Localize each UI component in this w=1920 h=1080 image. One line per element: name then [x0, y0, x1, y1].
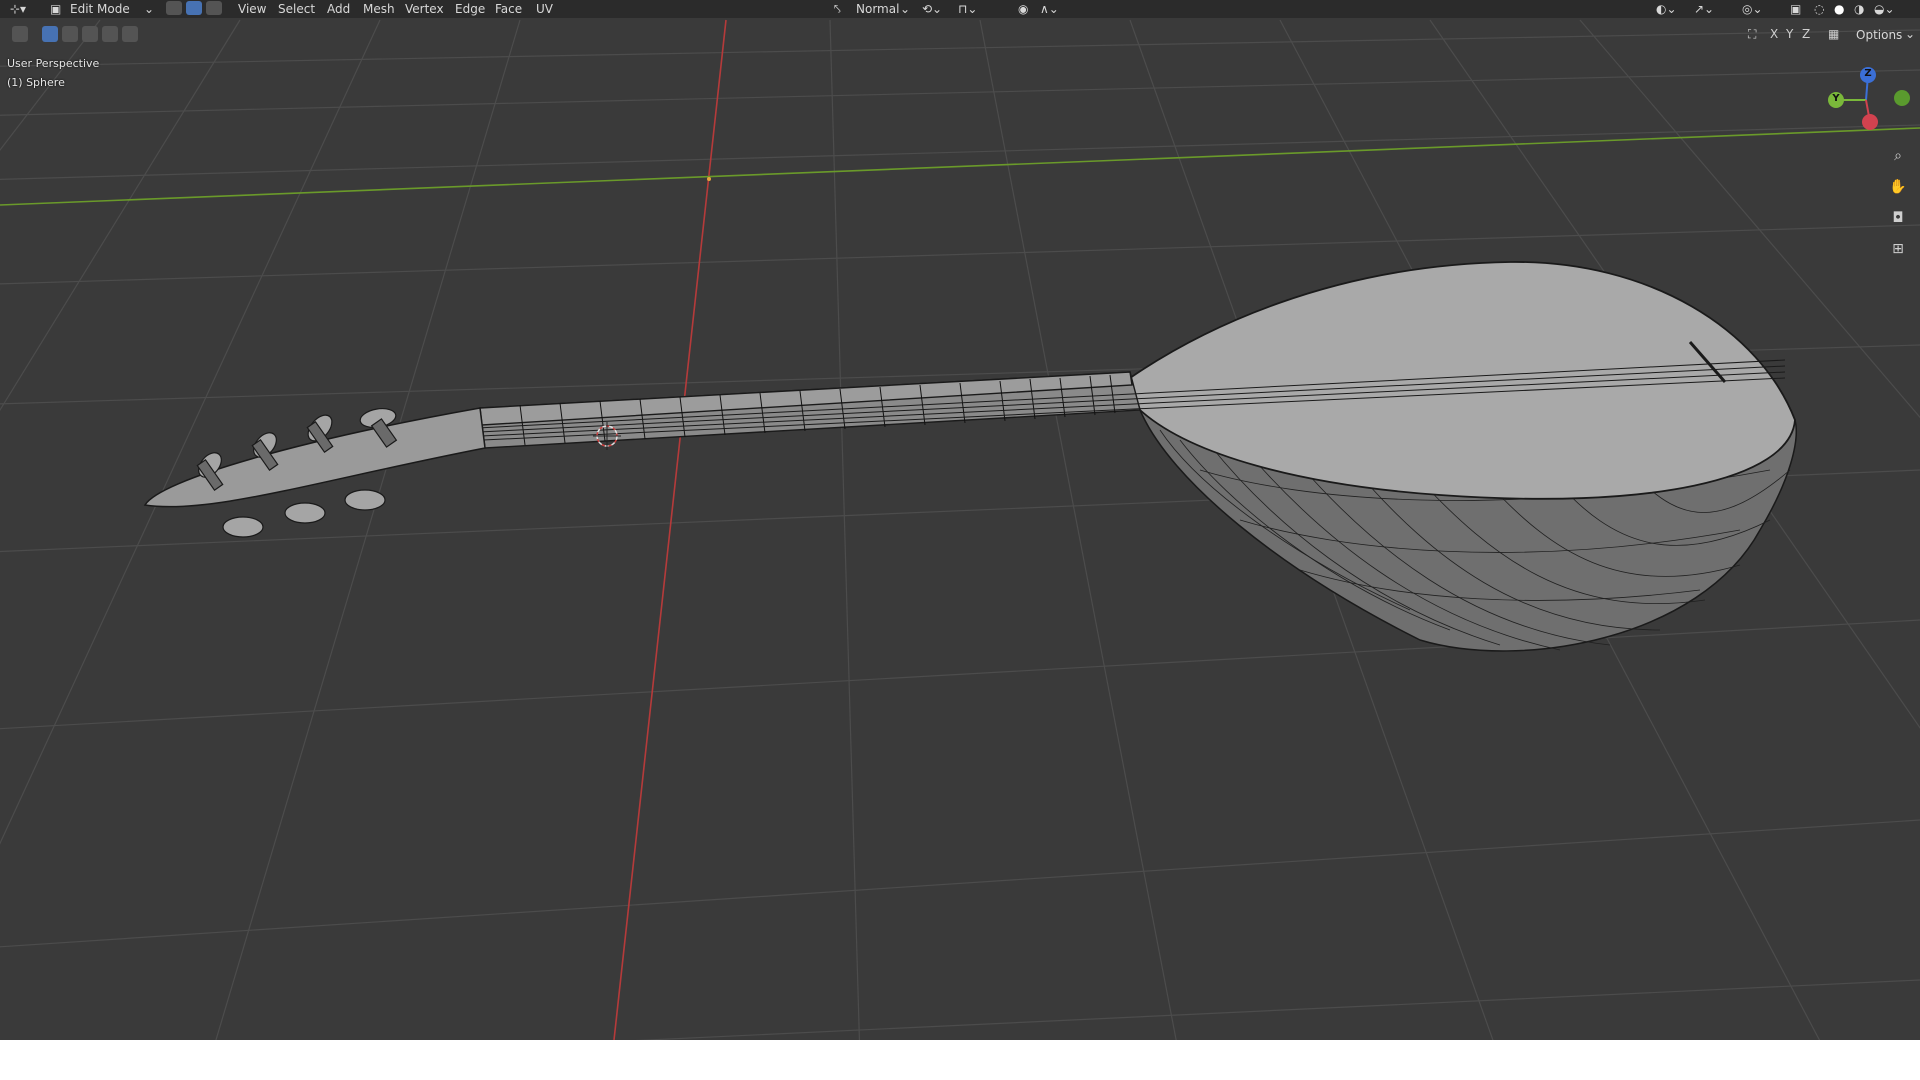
mirror-z[interactable]: Z: [1802, 27, 1810, 41]
blender-window: ⊹▾ ▣ Edit Mode ⌄ View Select Add Mesh Ve…: [0, 0, 1920, 1040]
pan-hand-icon[interactable]: ✋: [1887, 176, 1909, 198]
view-name-label: User Perspective: [7, 57, 100, 70]
menu-add[interactable]: Add: [327, 1, 350, 17]
face-select-icon[interactable]: [206, 1, 222, 15]
editor-type-icon[interactable]: ⊹▾: [10, 1, 26, 17]
orientation-selector[interactable]: Normal: [856, 1, 899, 17]
falloff-icon[interactable]: ∧⌄: [1040, 1, 1059, 17]
select-subtract-icon[interactable]: [82, 26, 98, 42]
select-tool-icon[interactable]: [12, 26, 28, 42]
zoom-icon[interactable]: ⌕: [1887, 145, 1909, 167]
auto-merge-icon[interactable]: ▦: [1828, 27, 1839, 41]
menu-vertex[interactable]: Vertex: [405, 1, 444, 17]
menu-select[interactable]: Select: [278, 1, 315, 17]
visibility-icon[interactable]: ◐⌄: [1656, 1, 1677, 17]
camera-icon[interactable]: ◘: [1887, 207, 1909, 229]
xray-icon[interactable]: ▣: [1790, 1, 1801, 17]
menu-view[interactable]: View: [238, 1, 266, 17]
proportional-icon[interactable]: ◉: [1018, 1, 1028, 17]
mode-icon: ▣: [50, 2, 62, 16]
menu-uv[interactable]: UV: [536, 1, 553, 17]
transform-orientation-icon: ⤣: [834, 2, 841, 16]
options-dropdown[interactable]: Options: [1856, 28, 1902, 42]
chevron-down-icon: ⌄: [900, 2, 911, 16]
tool-header: ⛶ X Y Z ▦ Options ⌄: [0, 24, 1920, 46]
gizmo-z-label[interactable]: Z: [1862, 68, 1874, 79]
active-object-label: (1) Sphere: [7, 76, 65, 89]
3d-viewport[interactable]: [0, 0, 1920, 1040]
navigation-gizmo[interactable]: Z Y: [1818, 62, 1918, 142]
menu-edge[interactable]: Edge: [455, 1, 485, 17]
wireframe-shading-icon[interactable]: ◌: [1814, 1, 1824, 17]
chevron-down-icon: ⌄: [144, 2, 155, 16]
viewport-header: ⊹▾ ▣ Edit Mode ⌄ View Select Add Mesh Ve…: [0, 0, 1920, 18]
pivot-icon[interactable]: ⟲⌄: [922, 1, 942, 17]
gizmo-y-label[interactable]: Y: [1830, 93, 1842, 104]
rendered-shading-icon[interactable]: ◒⌄: [1874, 1, 1895, 17]
chevron-down-icon: ⌄: [1905, 27, 1916, 41]
menu-face[interactable]: Face: [495, 1, 522, 17]
edge-select-icon[interactable]: [186, 1, 202, 15]
select-extend-icon[interactable]: [62, 26, 78, 42]
world-origin-dot: [707, 177, 711, 181]
select-intersect-icon[interactable]: [122, 26, 138, 42]
overlay-icon[interactable]: ◎⌄: [1742, 1, 1763, 17]
snap-icon[interactable]: ⊓⌄: [958, 1, 977, 17]
select-invert-icon[interactable]: [102, 26, 118, 42]
mirror-icon[interactable]: ⛶: [1748, 27, 1756, 42]
grid-view-icon[interactable]: ⊞: [1887, 238, 1909, 260]
mirror-x[interactable]: X: [1770, 27, 1778, 41]
mode-selector[interactable]: Edit Mode: [70, 1, 130, 17]
menu-mesh[interactable]: Mesh: [363, 1, 395, 17]
material-shading-icon[interactable]: ◑: [1854, 1, 1864, 17]
gizmo-icon[interactable]: ↗⌄: [1694, 1, 1714, 17]
mirror-y[interactable]: Y: [1786, 27, 1793, 41]
select-new-icon[interactable]: [42, 26, 58, 42]
solid-shading-icon[interactable]: ●: [1834, 1, 1844, 17]
vertex-select-icon[interactable]: [166, 1, 182, 15]
